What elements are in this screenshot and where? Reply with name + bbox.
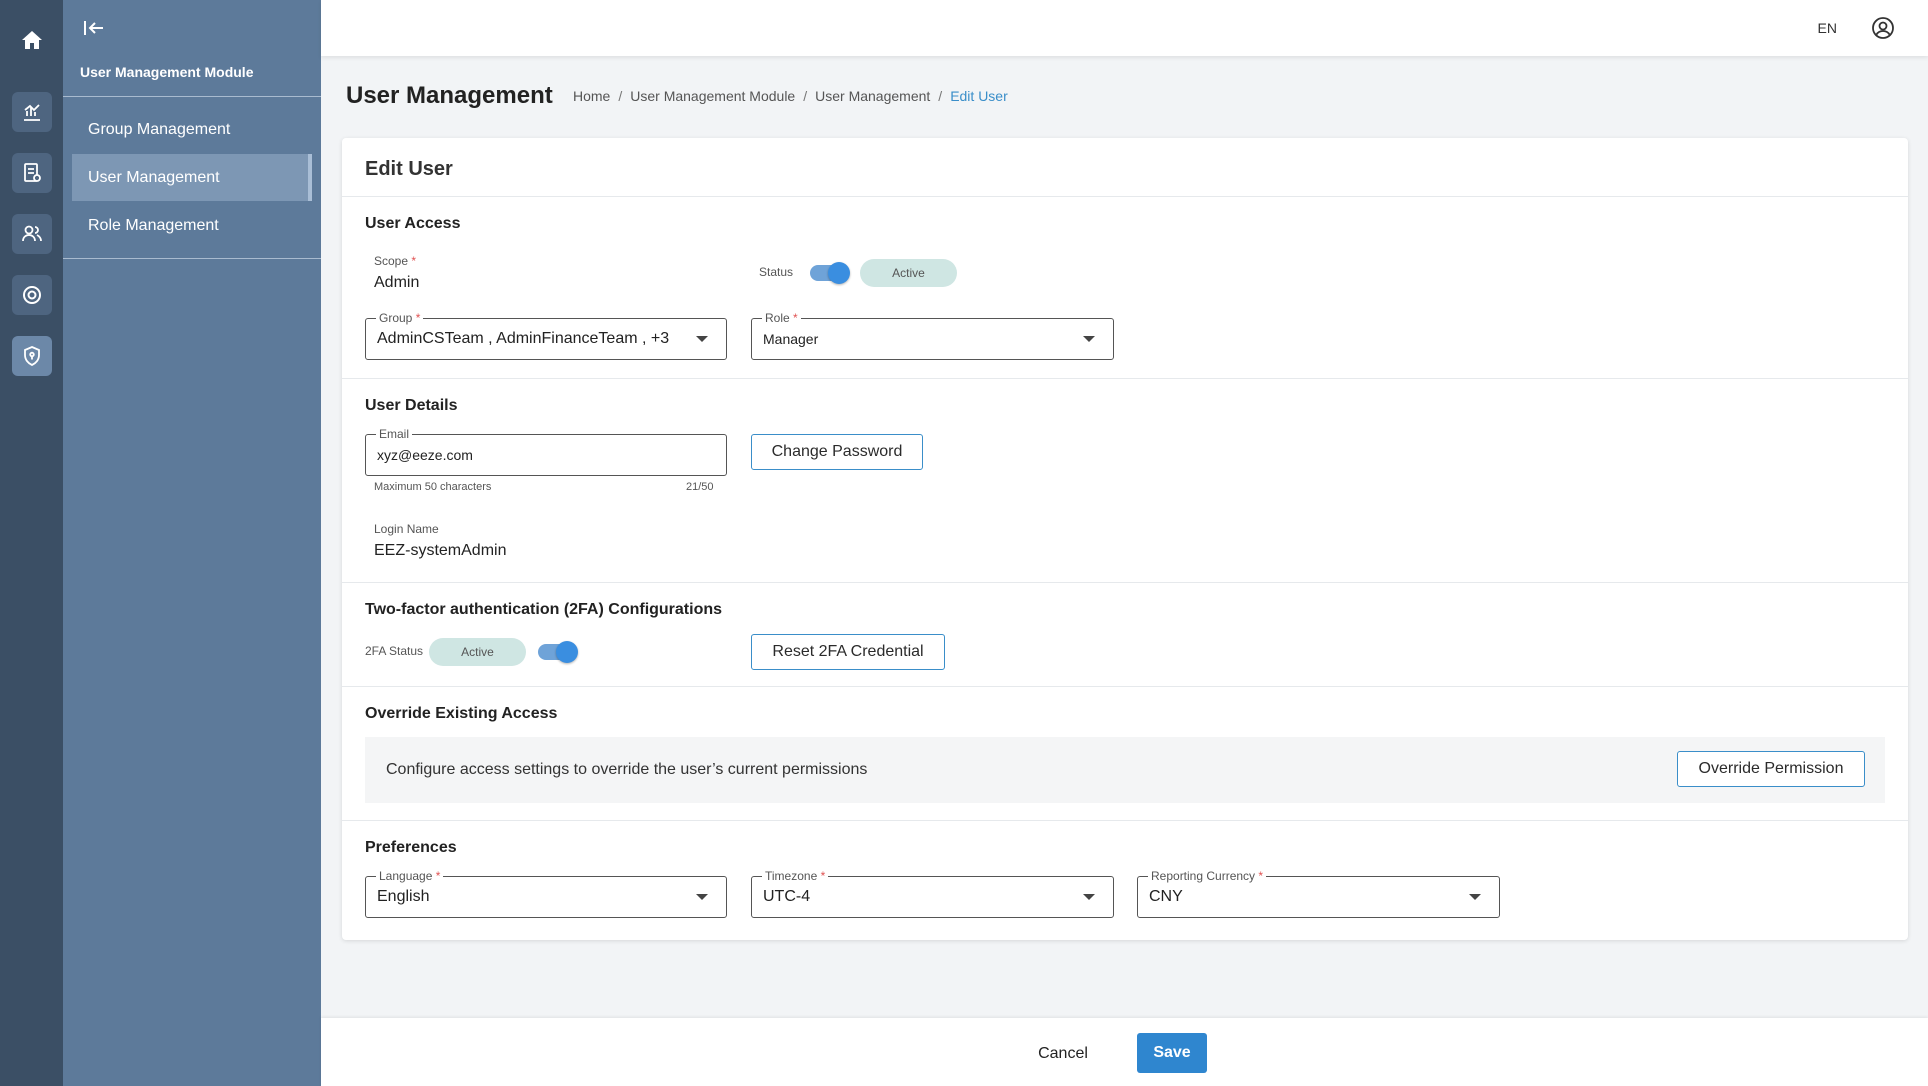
chevron-down-icon [696,894,708,900]
email-field[interactable]: Email xyz@eeze.com [365,427,727,476]
override-description: Configure access settings to override th… [386,761,868,778]
divider [342,378,1908,379]
icon-rail [0,0,63,1086]
language-label: Language * [376,869,444,883]
reset-2fa-button[interactable]: Reset 2FA Credential [751,634,945,670]
support-icon[interactable] [12,275,52,315]
role-select[interactable]: Role * Manager [751,311,1114,360]
language-value: English [377,888,430,905]
breadcrumb-user-management[interactable]: User Management [815,88,930,104]
divider [342,686,1908,687]
toggle-knob [556,641,578,663]
page-title: User Management [346,82,553,109]
sidebar-item-group-management[interactable]: Group Management [72,106,312,153]
save-button[interactable]: Save [1137,1033,1207,1073]
breadcrumb: Home / User Management Module / User Man… [573,88,1008,104]
divider [342,582,1908,583]
cancel-button[interactable]: Cancel [1033,1040,1093,1068]
analytics-icon[interactable] [12,92,52,132]
login-name-value: EEZ-systemAdmin [374,542,507,559]
language-select[interactable]: Language * English [365,869,727,918]
reporting-currency-select[interactable]: Reporting Currency * CNY [1137,869,1500,918]
breadcrumb-home[interactable]: Home [573,88,610,104]
change-password-button[interactable]: Change Password [751,434,923,470]
role-value: Manager [763,331,819,347]
section-title-preferences: Preferences [365,839,457,856]
email-value: xyz@eeze.com [377,447,473,463]
role-label: Role * [762,311,801,325]
reporting-currency-value: CNY [1149,888,1183,905]
group-value: AdminCSTeam , AdminFinanceTeam , +3 [377,330,670,347]
divider [342,196,1908,197]
breadcrumb-separator: / [803,88,808,104]
2fa-status-label: 2FA Status [365,644,424,658]
breadcrumb-module[interactable]: User Management Module [630,88,795,104]
override-panel: Configure access settings to override th… [365,737,1885,803]
login-name-label: Login Name [374,522,439,536]
reporting-currency-label: Reporting Currency * [1148,869,1267,883]
breadcrumb-separator: / [618,88,623,104]
language-switcher[interactable]: EN [1818,20,1837,36]
scope-label: Scope * [374,254,417,268]
chevron-down-icon [696,336,708,342]
status-toggle[interactable] [810,262,850,284]
override-permission-button[interactable]: Override Permission [1677,751,1865,787]
toggle-knob [828,262,850,284]
card-title: Edit User [365,158,453,180]
timezone-value: UTC-4 [763,888,811,905]
chevron-down-icon [1083,894,1095,900]
users-icon[interactable] [12,214,52,254]
section-title-override: Override Existing Access [365,705,558,722]
section-title-user-access: User Access [365,215,461,232]
edit-user-card: Edit User User Access Scope * Admin Stat… [342,138,1908,940]
section-title-2fa: Two-factor authentication (2FA) Configur… [365,601,723,618]
divider [63,258,321,259]
footer-actions: Cancel Save [321,1018,1928,1086]
email-label: Email [376,427,413,441]
report-icon[interactable] [12,153,52,193]
2fa-status-badge: Active [429,638,526,666]
home-icon[interactable] [12,20,52,60]
divider [342,820,1908,821]
module-title: User Management Module [80,64,254,80]
2fa-toggle[interactable] [538,641,578,663]
sidebar-item-role-management[interactable]: Role Management [72,202,312,249]
status-badge: Active [860,259,957,287]
timezone-select[interactable]: Timezone * UTC-4 [751,869,1114,918]
email-helper-text: Maximum 50 characters [374,481,492,493]
account-icon[interactable] [1871,16,1895,40]
group-select[interactable]: Group * AdminCSTeam , AdminFinanceTeam ,… [365,311,727,360]
chevron-down-icon [1469,894,1481,900]
scope-value: Admin [374,274,420,291]
status-label: Status [759,265,794,279]
collapse-sidebar-icon[interactable] [81,16,107,40]
shield-icon[interactable] [12,336,52,376]
sidebar-item-user-management[interactable]: User Management [72,154,312,201]
section-title-user-details: User Details [365,397,458,414]
module-sidebar: User Management Module Group Management … [63,0,321,1086]
breadcrumb-current: Edit User [950,88,1008,104]
chevron-down-icon [1083,336,1095,342]
top-bar: EN [321,0,1928,56]
divider [63,96,321,97]
email-char-counter: 21/50 [686,481,714,493]
breadcrumb-separator: / [938,88,943,104]
timezone-label: Timezone * [762,869,829,883]
group-label: Group * [376,311,424,325]
